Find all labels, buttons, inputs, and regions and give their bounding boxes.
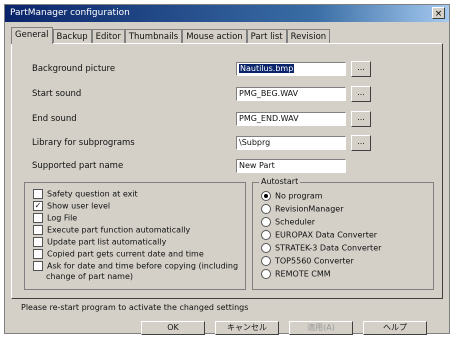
autostart-europax-converter[interactable]: EUROPAX Data Converter xyxy=(261,230,377,241)
autostart-stratek-converter[interactable]: STRATEK-3 Data Converter xyxy=(261,243,381,254)
option-execute-part-function[interactable]: Execute part function automatically xyxy=(33,225,190,236)
checkbox-icon xyxy=(33,225,43,235)
radio-selected-icon xyxy=(261,191,271,201)
autostart-group: Autostart No program RevisionManager Sch… xyxy=(252,177,434,290)
option-safety-question[interactable]: Safety question at exit xyxy=(33,189,138,200)
tab-bar: General Backup Editor Thumbnails Mouse a… xyxy=(11,27,331,44)
options-group: Safety question at exit ✓ Show user level… xyxy=(24,182,246,290)
start-sound-field[interactable]: PMG_BEG.WAV xyxy=(236,87,346,101)
window-title: PartManager configuration xyxy=(10,8,130,18)
end-sound-browse-button[interactable]: ... xyxy=(351,111,371,127)
library-field[interactable]: \Subprg xyxy=(236,136,346,150)
checkbox-icon xyxy=(33,249,43,259)
configuration-dialog: PartManager configuration × General Back… xyxy=(4,4,450,335)
ok-button[interactable]: OK xyxy=(141,321,205,335)
tab-backup[interactable]: Backup xyxy=(52,29,92,44)
checkbox-icon xyxy=(33,213,43,223)
option-copied-part-date[interactable]: Copied part gets current date and time xyxy=(33,249,204,260)
start-sound-browse-button[interactable]: ... xyxy=(351,86,371,102)
radio-icon xyxy=(261,217,271,227)
autostart-top5560-converter[interactable]: TOP5560 Converter xyxy=(261,256,354,267)
option-log-file[interactable]: Log File xyxy=(33,213,77,224)
apply-button[interactable]: 適用(A) xyxy=(289,321,353,335)
checkbox-icon xyxy=(33,237,43,247)
checkbox-checked-icon: ✓ xyxy=(33,201,43,211)
end-sound-field[interactable]: PMG_END.WAV xyxy=(236,112,346,126)
checkbox-icon xyxy=(33,189,43,199)
tab-thumbnails[interactable]: Thumbnails xyxy=(124,29,183,44)
autostart-scheduler[interactable]: Scheduler xyxy=(261,217,315,228)
library-browse-button[interactable]: ... xyxy=(351,135,371,151)
radio-icon xyxy=(261,204,271,214)
title-bar: PartManager configuration × xyxy=(5,5,449,22)
tab-part-list[interactable]: Part list xyxy=(246,29,287,44)
tab-editor[interactable]: Editor xyxy=(91,29,125,44)
tab-mouse-action[interactable]: Mouse action xyxy=(182,29,247,44)
option-update-part-list[interactable]: Update part list automatically xyxy=(33,237,166,248)
radio-icon xyxy=(261,256,271,266)
cancel-button[interactable]: キャンセル xyxy=(215,321,279,335)
background-picture-label: Background picture xyxy=(32,64,116,74)
background-picture-browse-button[interactable]: ... xyxy=(351,61,371,77)
close-icon[interactable]: × xyxy=(432,7,445,19)
supported-part-name-label: Supported part name xyxy=(32,161,124,171)
autostart-remote-cmm[interactable]: REMOTE CMM xyxy=(261,269,331,280)
checkbox-icon xyxy=(33,261,43,271)
background-picture-value: Nautilus.bmp xyxy=(239,64,295,73)
autostart-revision-manager[interactable]: RevisionManager xyxy=(261,204,344,215)
background-picture-field[interactable]: Nautilus.bmp xyxy=(236,62,346,76)
radio-icon xyxy=(261,230,271,240)
option-ask-date-time-line2: change of part name) xyxy=(46,272,133,281)
end-sound-label: End sound xyxy=(32,114,77,124)
option-ask-date-time[interactable]: Ask for date and time before copying (in… xyxy=(33,261,238,272)
autostart-no-program[interactable]: No program xyxy=(261,191,323,202)
radio-icon xyxy=(261,269,271,279)
start-sound-label: Start sound xyxy=(32,89,82,99)
radio-icon xyxy=(261,243,271,253)
tab-revision[interactable]: Revision xyxy=(286,29,331,44)
help-button[interactable]: ヘルプ xyxy=(363,321,427,335)
status-message: Please re-start program to activate the … xyxy=(21,303,249,312)
autostart-legend: Autostart xyxy=(259,177,301,186)
general-panel: Background picture Nautilus.bmp ... Star… xyxy=(11,43,443,299)
library-label: Library for subprograms xyxy=(32,138,135,148)
tab-general[interactable]: General xyxy=(11,27,53,44)
option-show-user-level[interactable]: ✓ Show user level xyxy=(33,201,110,212)
supported-part-name-field[interactable]: New Part xyxy=(236,159,346,173)
